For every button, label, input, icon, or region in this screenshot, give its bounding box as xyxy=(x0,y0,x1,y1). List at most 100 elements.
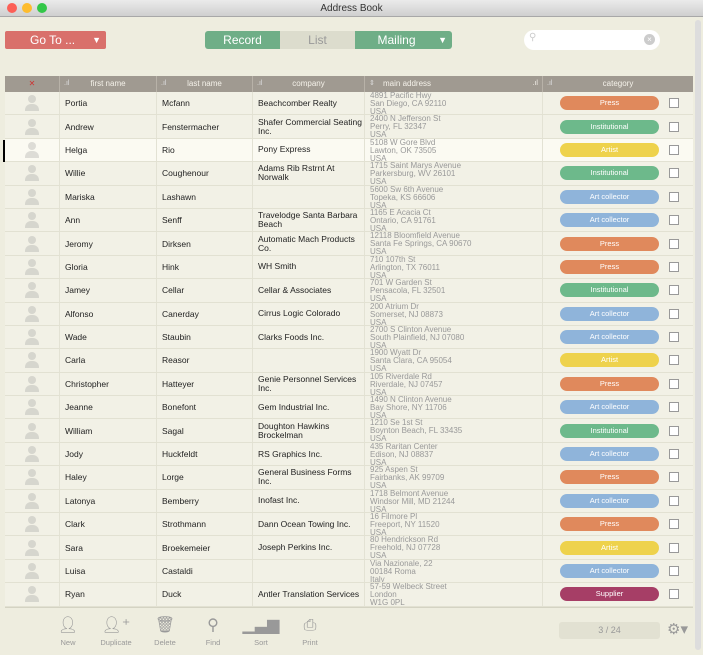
row-checkbox[interactable] xyxy=(669,519,679,530)
company-cell[interactable]: Inofast Inc. xyxy=(253,489,365,513)
company-cell[interactable]: Joseph Perkins Inc. xyxy=(253,536,365,559)
row-checkbox[interactable] xyxy=(669,472,679,483)
category-badge[interactable]: Institutional xyxy=(560,166,659,181)
address-cell[interactable]: 1715 Saint Marys Avenue Parkersburg, WV 2… xyxy=(365,162,543,185)
company-cell[interactable] xyxy=(253,349,365,372)
category-badge[interactable]: Institutional xyxy=(560,423,659,438)
first-name-cell[interactable]: Helga xyxy=(60,138,157,162)
category-badge[interactable]: Supplier xyxy=(560,587,659,602)
category-badge[interactable]: Art collector xyxy=(560,213,659,228)
table-row[interactable]: Ryan Duck Antler Translation Services 57… xyxy=(5,583,693,607)
first-name-cell[interactable]: Willie xyxy=(60,162,157,185)
company-cell[interactable]: Pony Express xyxy=(253,138,365,162)
company-cell[interactable]: Antler Translation Services xyxy=(253,583,365,606)
company-cell[interactable]: Cellar & Associates xyxy=(253,279,365,302)
category-badge[interactable]: Press xyxy=(560,259,659,274)
address-cell[interactable]: 1165 E Acacia Ct Ontario, CA 91761 USA xyxy=(365,208,543,232)
row-checkbox[interactable] xyxy=(669,121,679,132)
row-checkbox[interactable] xyxy=(669,542,679,553)
last-name-cell[interactable]: Hatteyer xyxy=(157,372,253,396)
last-name-cell[interactable]: Hink xyxy=(157,255,253,279)
company-cell[interactable]: General Business Forms Inc. xyxy=(253,466,365,489)
table-row[interactable]: Portia Mcfann Beachcomber Realty 4891 Pa… xyxy=(5,92,693,116)
duplicate-button[interactable]: 👤︎⁺ Duplicate xyxy=(91,616,141,647)
tab-record[interactable]: Record xyxy=(205,31,280,49)
row-checkbox[interactable] xyxy=(669,308,679,319)
category-badge[interactable]: Artist xyxy=(560,353,659,368)
address-cell[interactable]: 57-59 Welbeck Street London W1G 0PL xyxy=(365,583,543,606)
column-header-first-name[interactable]: .ıl first name xyxy=(60,76,157,92)
address-cell[interactable]: 701 W Garden St Pensacola, FL 32501 USA xyxy=(365,279,543,302)
address-cell[interactable]: 435 Raritan Center Edison, NJ 08837 USA xyxy=(365,442,543,466)
last-name-cell[interactable]: Bemberry xyxy=(157,489,253,513)
last-name-cell[interactable]: Sagal xyxy=(157,419,253,442)
table-row[interactable]: Luisa Castaldi Via Nazionale, 22 00184 Ro… xyxy=(5,559,693,584)
last-name-cell[interactable]: Lashawn xyxy=(157,185,253,208)
table-row[interactable]: Latonya Bemberry Inofast Inc. 1718 Belmo… xyxy=(5,489,693,514)
row-checkbox[interactable] xyxy=(669,425,679,436)
category-badge[interactable]: Art collector xyxy=(560,493,659,508)
company-cell[interactable]: Clarks Foods Inc. xyxy=(253,325,365,349)
first-name-cell[interactable]: Carla xyxy=(60,349,157,372)
category-badge[interactable]: Art collector xyxy=(560,447,659,462)
company-cell[interactable]: Automatic Mach Products Co. xyxy=(253,232,365,255)
last-name-cell[interactable]: Lorge xyxy=(157,466,253,489)
tab-mailing[interactable]: Mailing ▼ xyxy=(355,31,452,49)
last-name-cell[interactable]: Dirksen xyxy=(157,232,253,255)
first-name-cell[interactable]: Jamey xyxy=(60,279,157,302)
last-name-cell[interactable]: Duck xyxy=(157,583,253,606)
row-checkbox[interactable] xyxy=(669,402,679,413)
address-cell[interactable]: 5108 W Gore Blvd Lawton, OK 73505 USA xyxy=(365,138,543,162)
column-header-last-name[interactable]: .ıl last name xyxy=(157,76,253,92)
table-row[interactable]: Haley Lorge General Business Forms Inc. … xyxy=(5,466,693,490)
first-name-cell[interactable]: Ryan xyxy=(60,583,157,606)
address-cell[interactable]: 710 107th St Arlington, TX 76011 USA xyxy=(365,255,543,279)
first-name-cell[interactable]: Luisa xyxy=(60,559,157,583)
company-cell[interactable] xyxy=(253,559,365,583)
first-name-cell[interactable]: Jeromy xyxy=(60,232,157,255)
new-button[interactable]: 👤︎ New xyxy=(43,616,93,647)
column-header-category[interactable]: .ıl category xyxy=(543,76,693,92)
company-cell[interactable]: Genie Personnel Services Inc. xyxy=(253,372,365,396)
address-cell[interactable]: 200 Atrium Dr Somerset, NJ 08873 USA xyxy=(365,302,543,325)
category-badge[interactable]: Press xyxy=(560,517,659,532)
category-badge[interactable]: Press xyxy=(560,96,659,111)
category-badge[interactable]: Press xyxy=(560,470,659,485)
address-cell[interactable]: 4891 Pacific Hwy San Diego, CA 92110 USA xyxy=(365,92,543,115)
table-row[interactable]: Helga Rio Pony Express 5108 W Gore Blvd L… xyxy=(5,138,693,163)
table-row[interactable]: Mariska Lashawn 5600 Sw 6th Avenue Topeka… xyxy=(5,185,693,209)
row-checkbox[interactable] xyxy=(669,378,679,389)
company-cell[interactable]: Dann Ocean Towing Inc. xyxy=(253,513,365,536)
last-name-cell[interactable]: Reasor xyxy=(157,349,253,372)
address-cell[interactable]: 12118 Bloomfield Avenue Santa Fe Springs,… xyxy=(365,232,543,255)
first-name-cell[interactable]: Mariska xyxy=(60,185,157,208)
first-name-cell[interactable]: Clark xyxy=(60,513,157,536)
first-name-cell[interactable]: Sara xyxy=(60,536,157,559)
row-checkbox[interactable] xyxy=(669,332,679,343)
print-button[interactable]: ⎙ Print xyxy=(285,616,335,647)
gear-menu-icon[interactable]: ⚙▾ xyxy=(667,620,688,638)
row-checkbox[interactable] xyxy=(669,191,679,202)
last-name-cell[interactable]: Canerday xyxy=(157,302,253,325)
category-badge[interactable]: Press xyxy=(560,236,659,251)
first-name-cell[interactable]: Jody xyxy=(60,442,157,466)
last-name-cell[interactable]: Huckfeldt xyxy=(157,442,253,466)
column-header-company[interactable]: .ıl company xyxy=(253,76,365,92)
find-button[interactable]: ⚲ Find xyxy=(188,616,238,647)
column-header-main-address[interactable]: ⇕ main address .ıl xyxy=(365,76,543,92)
category-badge[interactable]: Art collector xyxy=(560,189,659,204)
company-cell[interactable]: Beachcomber Realty xyxy=(253,92,365,115)
last-name-cell[interactable]: Strothmann xyxy=(157,513,253,536)
first-name-cell[interactable]: Alfonso xyxy=(60,302,157,325)
tab-list[interactable]: List xyxy=(280,31,355,49)
address-cell[interactable]: 16 Filmore Pl Freeport, NY 11520 USA xyxy=(365,513,543,536)
table-row[interactable]: Willie Coughenour Adams Rib Rstrnt At No… xyxy=(5,162,693,186)
table-row[interactable]: Jeanne Bonefont Gem Industrial Inc. 1490… xyxy=(5,396,693,420)
address-cell[interactable]: 1490 N Clinton Avenue Bay Shore, NY 11706… xyxy=(365,396,543,419)
table-row[interactable]: Gloria Hink WH Smith 710 107th St Arlingt… xyxy=(5,255,693,280)
row-checkbox[interactable] xyxy=(669,98,679,109)
table-row[interactable]: Sara Broekemeier Joseph Perkins Inc. 80 … xyxy=(5,536,693,560)
table-row[interactable]: Jody Huckfeldt RS Graphics Inc. 435 Rari… xyxy=(5,442,693,467)
zoom-button[interactable] xyxy=(37,3,47,13)
row-checkbox[interactable] xyxy=(669,261,679,272)
